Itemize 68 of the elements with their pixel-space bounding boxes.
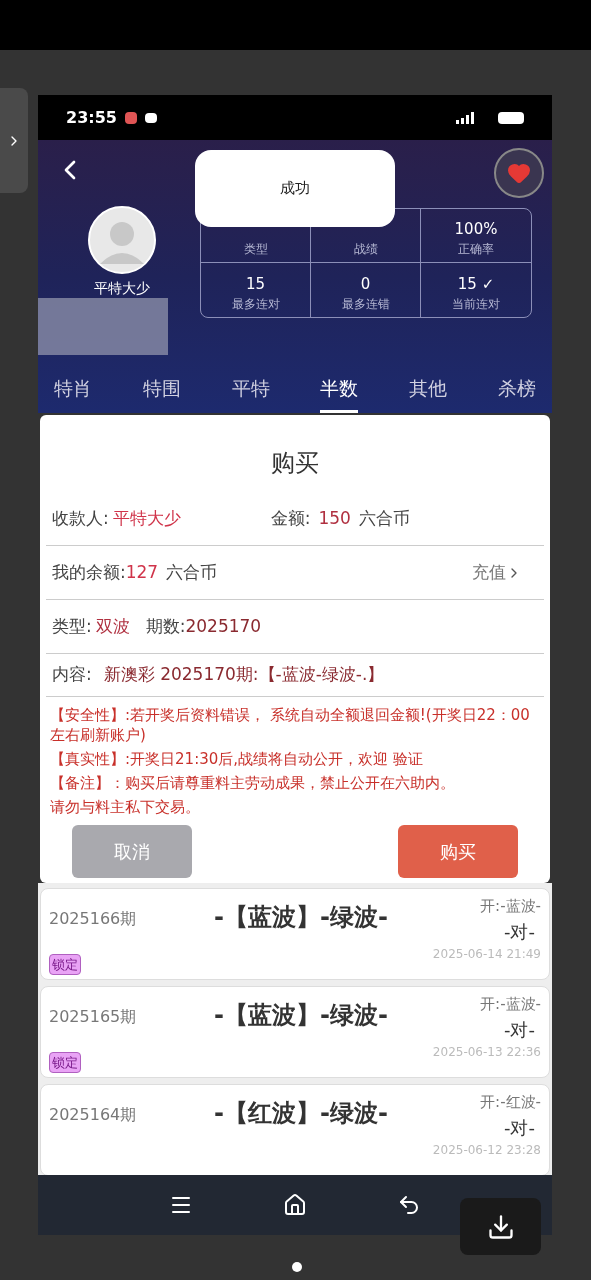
stat-label: 战绩	[353, 241, 378, 258]
record-card[interactable]: 2025165期 锁定 -【蓝波】-绿波- 开:-蓝波- -对- 2025-06-13 22:36	[40, 986, 550, 1078]
record-outcome: -对-	[504, 1017, 535, 1042]
record-period: 2025165期	[49, 1006, 138, 1028]
home-icon[interactable]	[283, 1193, 307, 1217]
amount-unit: 六合币	[358, 507, 410, 531]
stat-label: 正确率	[458, 241, 494, 258]
amount-value: 150	[318, 507, 351, 531]
download-icon	[486, 1212, 515, 1241]
balance-label: 我的余额:	[52, 560, 126, 584]
record-period: 2025166期	[49, 908, 138, 930]
tab[interactable]: 平特	[231, 373, 270, 413]
draw-result: 开:-蓝波-	[480, 896, 541, 917]
balance-unit: 六合币	[166, 560, 218, 584]
tab[interactable]: 杀榜	[498, 373, 536, 413]
payee-name: 平特大少	[112, 507, 181, 531]
notice-text: 请勿与料主私下交易。	[50, 797, 201, 817]
content-label: 内容:	[52, 663, 92, 687]
tab[interactable]: 其他	[409, 373, 448, 413]
back-icon[interactable]	[397, 1193, 421, 1217]
stat-label: 最多连对	[231, 296, 280, 313]
type-value: 双波	[95, 614, 130, 638]
notice-text: 【安全性】:若开奖后资料错误， 系统自动全额退回金额!(开奖日22：00左右刷新账户)	[50, 705, 531, 745]
notice-text: 【真实性】:开奖日21:30后,战绩将自动公开，欢迎 验证	[50, 749, 424, 769]
record-pick: -【红波】-绿波-	[213, 1098, 389, 1129]
download-button[interactable]	[460, 1198, 541, 1255]
amount-label: 金额:	[270, 507, 311, 531]
record-time: 2025-06-13 22:36	[432, 1043, 541, 1061]
lock-tag: 锁定	[49, 953, 81, 975]
type-label: 类型:	[52, 614, 92, 638]
tab[interactable]: 特围	[142, 373, 181, 413]
stat-label: 类型	[243, 241, 268, 258]
avatar	[88, 206, 156, 274]
buy-button[interactable]: 购买	[398, 825, 518, 878]
record-outcome: -对-	[504, 919, 535, 944]
dialog-title: 购买	[270, 448, 320, 479]
balance-value: 127	[125, 560, 159, 584]
lock-tag: 锁定	[49, 1051, 81, 1073]
record-pick: -【蓝波】-绿波-	[213, 902, 389, 933]
draw-result: 开:-红波-	[480, 1092, 541, 1113]
stat-label: 当前连对	[452, 296, 500, 313]
payee-label: 收款人:	[52, 507, 109, 531]
status-time: 23:55	[66, 106, 117, 129]
stat-value: 0	[360, 273, 371, 295]
stat-value: 15 ✓	[457, 273, 495, 295]
content-value: 新澳彩 2025170期:【-蓝波-绿波-.】	[103, 663, 385, 687]
record-time: 2025-06-14 21:49	[432, 945, 541, 963]
stat-label: 最多连错	[341, 296, 390, 313]
period-label: 期数:	[145, 614, 186, 638]
record-outcome: -对-	[504, 1115, 535, 1140]
record-card[interactable]: 2025166期 锁定 -【蓝波】-绿波- 开:-蓝波- -对- 2025-06-14 21:49	[40, 888, 550, 980]
record-time: 2025-06-12 23:28	[432, 1141, 541, 1159]
stat-value: 15	[245, 273, 266, 295]
app-notification-icon	[124, 111, 137, 124]
success-toast: 成功	[195, 150, 395, 227]
stat-value: 100%	[454, 218, 498, 240]
record-card[interactable]: 2025164期 -【红波】-绿波- 开:-红波- -对- 2025-06-12 23:28	[40, 1084, 550, 1175]
record-pick: -【蓝波】-绿波-	[213, 1000, 389, 1031]
record-period: 2025164期	[49, 1104, 138, 1126]
notice-text: 【备注】：购买后请尊重料主劳动成果，禁止公开在六助内。	[50, 773, 456, 793]
heart-icon	[507, 161, 531, 185]
period-value: 2025170	[185, 614, 262, 638]
tab[interactable]: 特肖	[54, 373, 92, 413]
user-name: 平特大少	[94, 279, 150, 298]
favorite-button[interactable]	[494, 148, 544, 198]
draw-result: 开:-蓝波-	[480, 994, 541, 1015]
recharge-link[interactable]: 充值	[472, 559, 522, 586]
battery-icon	[498, 111, 524, 124]
